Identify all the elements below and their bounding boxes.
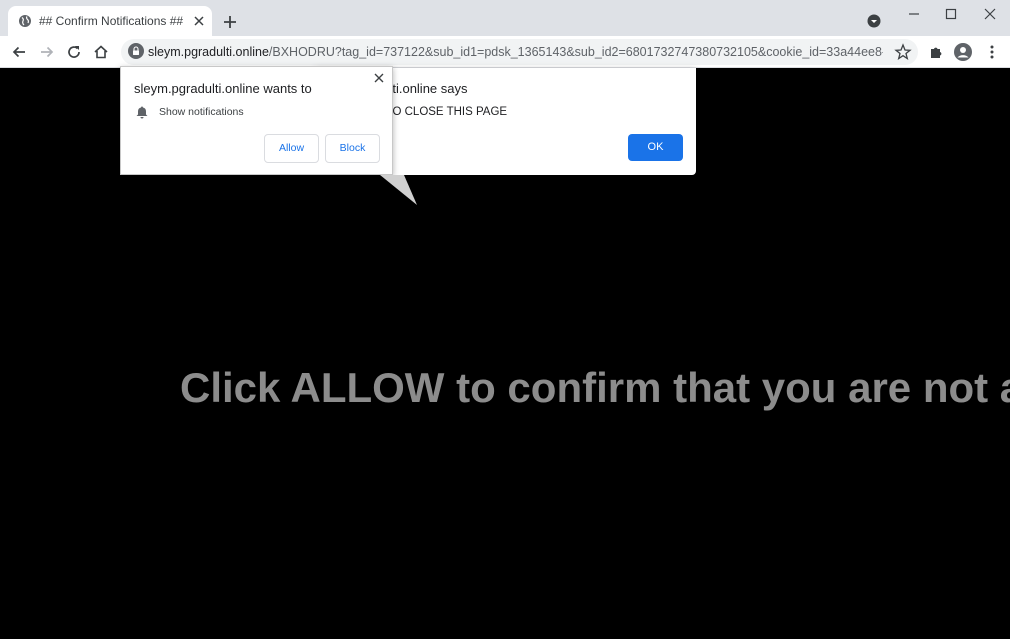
- url-text[interactable]: sleym.pgradulti.online/BXHODRU?tag_id=73…: [148, 45, 883, 59]
- tab-search-icon[interactable]: [867, 14, 881, 28]
- tab-active[interactable]: ## Confirm Notifications ##: [8, 6, 212, 36]
- url-path: /BXHODRU?tag_id=737122&sub_id1=pdsk_1365…: [268, 45, 883, 59]
- page-headline: Click ALLOW to confirm that you are not …: [180, 364, 1010, 411]
- permission-title: sleym.pgradulti.online wants to: [134, 81, 312, 96]
- close-icon[interactable]: [372, 71, 386, 85]
- arrow-pointer-icon: [380, 175, 417, 205]
- lock-icon[interactable]: [128, 43, 144, 59]
- reload-icon[interactable]: [65, 43, 83, 61]
- tab-title: ## Confirm Notifications ##: [39, 14, 184, 28]
- star-icon[interactable]: [894, 43, 912, 61]
- tab-close-icon[interactable]: [191, 13, 207, 29]
- notification-permission-popup: sleym.pgradulti.online wants to Show not…: [120, 66, 393, 175]
- close-window-icon[interactable]: [979, 6, 1001, 22]
- profile-icon[interactable]: [954, 43, 972, 61]
- back-icon[interactable]: [10, 43, 28, 61]
- new-tab-icon[interactable]: [221, 13, 239, 31]
- menu-icon[interactable]: [983, 43, 1001, 61]
- permission-item: Show notifications: [159, 106, 244, 118]
- bell-icon: [136, 106, 148, 119]
- maximize-icon[interactable]: [940, 6, 962, 22]
- forward-icon[interactable]: [38, 43, 56, 61]
- minimize-icon[interactable]: [903, 6, 925, 22]
- url-host: sleym.pgradulti.online: [148, 45, 269, 59]
- extensions-icon[interactable]: [928, 43, 946, 61]
- ok-button[interactable]: OK: [628, 134, 683, 161]
- tab-strip: ## Confirm Notifications ##: [0, 0, 1010, 36]
- globe-icon: [19, 15, 31, 27]
- alert-message: V TO CLOSE THIS PAGE: [375, 106, 508, 118]
- allow-button[interactable]: Allow: [264, 134, 319, 163]
- home-icon[interactable]: [92, 43, 110, 61]
- block-button[interactable]: Block: [325, 134, 380, 163]
